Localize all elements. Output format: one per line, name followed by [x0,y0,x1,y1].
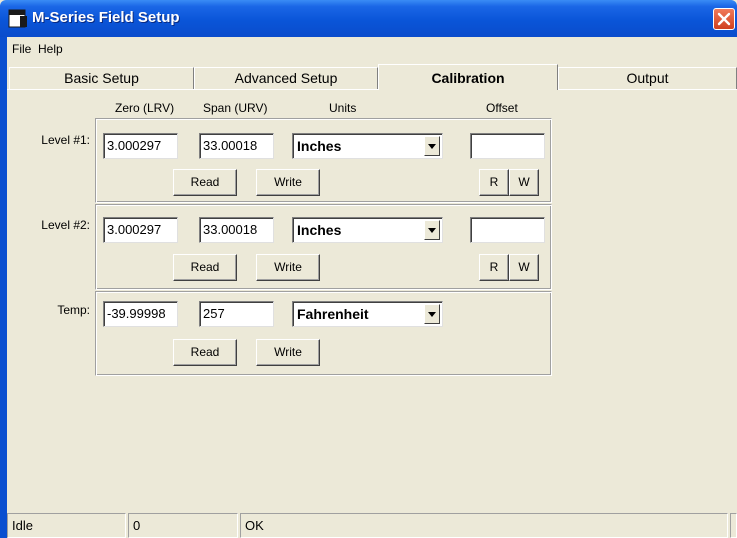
level-1-offset-input[interactable] [470,133,545,159]
tab-divider [7,89,737,90]
tab-calibration[interactable]: Calibration [378,64,558,90]
level-2-units-value: Inches [297,222,342,238]
menu-help[interactable]: Help [38,42,63,56]
header-offset: Offset [486,101,518,115]
chevron-down-icon[interactable] [424,220,440,240]
status-message: OK [240,513,728,538]
status-state: Idle [7,513,126,538]
level-1-span-input[interactable]: 33.00018 [199,133,274,159]
level-2-label: Level #2: [41,218,90,232]
level-1-offset-read-button[interactable]: R [479,169,509,196]
app-window: M-Series Field Setup File Help Basic Set… [0,0,737,538]
temp-write-button[interactable]: Write [256,339,320,366]
level-1-label: Level #1: [41,133,90,147]
temp-span-input[interactable]: 257 [199,301,274,327]
window-title: M-Series Field Setup [32,9,180,26]
header-span: Span (URV) [203,101,268,115]
status-count: 0 [128,513,238,538]
temp-label: Temp: [57,303,90,317]
chevron-down-icon[interactable] [424,304,440,324]
temp-units-value: Fahrenheit [297,306,369,322]
app-icon [8,9,28,28]
temp-zero-input[interactable]: -39.99998 [103,301,178,327]
level-2-units-select[interactable]: Inches [292,217,443,243]
tab-advanced-setup[interactable]: Advanced Setup [194,67,378,89]
temp-read-button[interactable]: Read [173,339,237,366]
tab-output[interactable]: Output [558,67,737,89]
level-2-write-button[interactable]: Write [256,254,320,281]
level-1-zero-input[interactable]: 3.000297 [103,133,178,159]
level-1-write-button[interactable]: Write [256,169,320,196]
chevron-down-icon[interactable] [424,136,440,156]
level-2-span-input[interactable]: 33.00018 [199,217,274,243]
level-1-units-select[interactable]: Inches [292,133,443,159]
menu-file[interactable]: File [12,42,31,56]
title-bar[interactable]: M-Series Field Setup [0,0,737,37]
level-2-zero-input[interactable]: 3.000297 [103,217,178,243]
status-grip [730,513,737,538]
level-1-units-value: Inches [297,138,342,154]
window-border [0,37,7,538]
level-2-read-button[interactable]: Read [173,254,237,281]
level-1-offset-write-button[interactable]: W [509,169,539,196]
header-units: Units [329,101,357,115]
close-icon [717,12,731,26]
close-button[interactable] [713,8,735,30]
level-2-offset-read-button[interactable]: R [479,254,509,281]
temp-units-select[interactable]: Fahrenheit [292,301,443,327]
level-1-read-button[interactable]: Read [173,169,237,196]
menu-bar: File Help [7,38,737,58]
level-2-offset-input[interactable] [470,217,545,243]
header-zero: Zero (LRV) [115,101,175,115]
tab-basic-setup[interactable]: Basic Setup [9,67,194,89]
level-2-offset-write-button[interactable]: W [509,254,539,281]
